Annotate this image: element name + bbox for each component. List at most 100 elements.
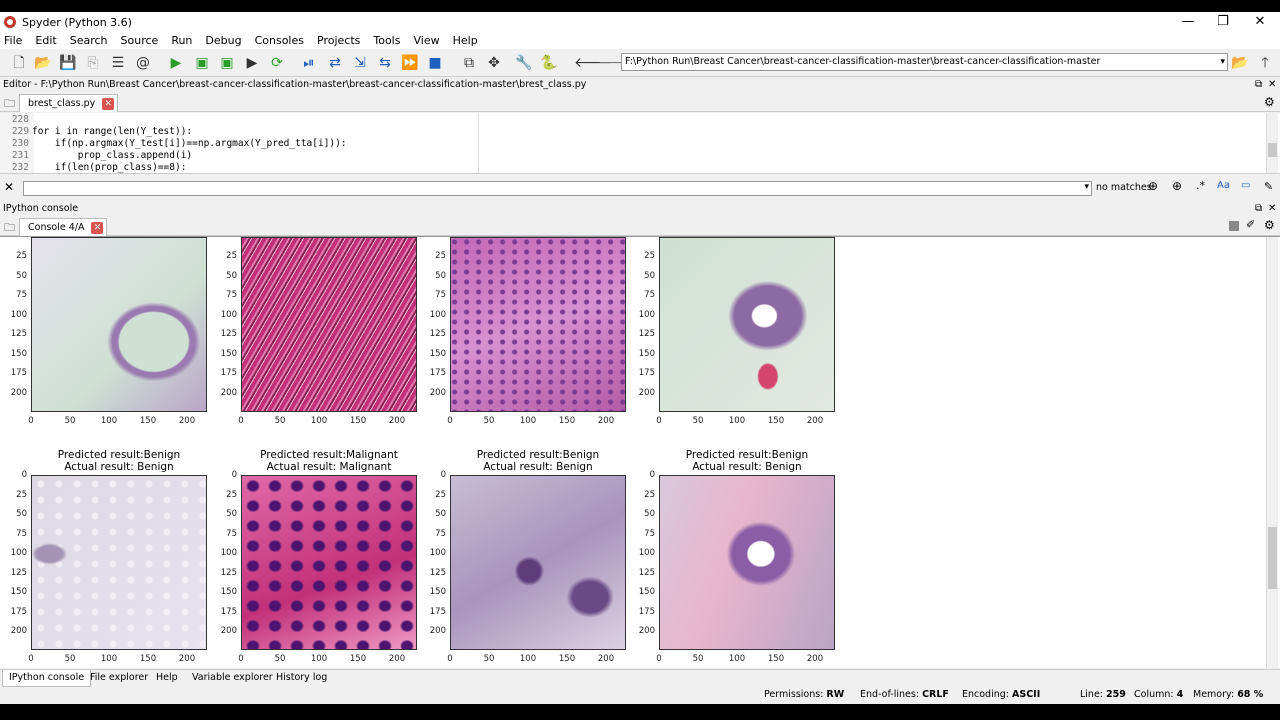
- browse-folder-icon[interactable]: 📂: [1230, 53, 1250, 73]
- chevron-down-icon[interactable]: ▾: [1084, 182, 1089, 192]
- run-selection-icon[interactable]: ▶: [242, 53, 262, 73]
- code-editor[interactable]: 228 229 for i in range(len(Y_test)): 230 …: [0, 113, 1280, 174]
- menu-edit[interactable]: Edit: [35, 34, 56, 47]
- y-tick-label: 25: [644, 251, 655, 261]
- prediction-title: Predicted result:Benign Actual result: Be…: [637, 449, 857, 473]
- at-icon[interactable]: @: [133, 53, 153, 73]
- menu-help[interactable]: Help: [453, 34, 478, 47]
- tab-file-explorer[interactable]: File explorer: [84, 670, 154, 687]
- tab-help[interactable]: Help: [150, 670, 184, 687]
- parent-dir-icon[interactable]: 🡑: [1255, 53, 1275, 73]
- y-tick-label: 150: [429, 348, 446, 359]
- code-line: 232 if(len(prop_class)==8):: [11, 162, 187, 173]
- run-cell-advance-icon[interactable]: ▣: [217, 53, 237, 73]
- predicted-result-label: Predicted result:Malignant: [260, 449, 398, 461]
- eraser-icon[interactable]: ✐: [1246, 218, 1255, 231]
- tab-console[interactable]: Console 4/A ✕: [19, 218, 108, 236]
- spyder-logo-icon: [4, 16, 16, 28]
- continue-icon[interactable]: ⏩: [400, 53, 420, 73]
- replace-icon[interactable]: ✎: [1264, 180, 1273, 193]
- step-return-icon[interactable]: ⇆: [375, 53, 395, 73]
- tab-history-log[interactable]: History log: [270, 670, 333, 687]
- y-tick-label: 75: [226, 528, 237, 539]
- tab-label: brest_class.py: [28, 98, 96, 109]
- x-tick-label: 50: [274, 654, 286, 664]
- menu-consoles[interactable]: Consoles: [255, 34, 304, 47]
- regex-icon[interactable]: .*: [1196, 179, 1205, 192]
- back-arrow-icon[interactable]: 🡐: [574, 53, 612, 73]
- step-into-icon[interactable]: ⇲: [350, 53, 370, 73]
- debug-icon[interactable]: ⏯: [299, 53, 319, 73]
- maximize-pane-icon[interactable]: ⧉: [459, 53, 479, 73]
- gear-icon[interactable]: ⚙: [1264, 218, 1275, 232]
- save-all-icon[interactable]: ⎘: [83, 53, 103, 73]
- stop-kernel-icon[interactable]: [1229, 221, 1239, 231]
- editor-scrollbar[interactable]: [1266, 113, 1278, 173]
- open-file-icon[interactable]: 📂: [33, 53, 53, 73]
- preferences-icon[interactable]: 🔧: [514, 53, 534, 73]
- histology-image-plot: [659, 237, 835, 412]
- minimize-button[interactable]: —: [1170, 12, 1206, 32]
- menu-search[interactable]: Search: [70, 34, 108, 47]
- fullscreen-icon[interactable]: ✥: [484, 53, 504, 73]
- step-icon[interactable]: ⇄: [325, 53, 345, 73]
- menu-debug[interactable]: Debug: [205, 34, 241, 47]
- menu-projects[interactable]: Projects: [317, 34, 360, 47]
- scroll-thumb[interactable]: [1268, 527, 1277, 589]
- tab-ipython-console[interactable]: IPython console: [2, 670, 92, 687]
- close-button[interactable]: ✕: [1242, 12, 1278, 32]
- menu-source[interactable]: Source: [121, 34, 159, 47]
- find-next-icon[interactable]: ⊕: [1172, 179, 1182, 193]
- run-cell-icon[interactable]: ▣: [192, 53, 212, 73]
- forward-arrow-icon[interactable]: 🡒: [598, 53, 636, 73]
- menu-run[interactable]: Run: [171, 34, 192, 47]
- x-tick-label: 100: [310, 416, 328, 426]
- close-tab-icon[interactable]: ✕: [102, 98, 115, 110]
- undock-icon[interactable]: ⧉: [1255, 202, 1262, 216]
- console-scrollbar[interactable]: [1266, 237, 1278, 668]
- prediction-title: Predicted result:Malignant Actual result:…: [219, 449, 439, 473]
- y-tick-label: 50: [226, 509, 237, 519]
- status-bar: Permissions: RW End-of-lines: CRLF Encod…: [0, 687, 1280, 704]
- close-pane-icon[interactable]: ✕: [1268, 78, 1276, 92]
- tab-variable-explorer[interactable]: Variable explorer: [186, 670, 279, 687]
- menu-tools[interactable]: Tools: [373, 34, 400, 47]
- list-icon[interactable]: ☰: [108, 53, 128, 73]
- working-directory-input[interactable]: F:\Python Run\Breast Cancer\breast-cance…: [621, 53, 1228, 71]
- save-icon[interactable]: 💾: [58, 53, 78, 73]
- maximize-button[interactable]: ❐: [1205, 12, 1241, 32]
- y-tick-label: 100: [429, 309, 446, 320]
- close-pane-icon[interactable]: ✕: [1268, 202, 1276, 216]
- console-title: IPython console: [3, 203, 79, 214]
- x-tick-label: 150: [139, 654, 157, 664]
- status-line: Line: 259: [1080, 689, 1126, 700]
- run-icon[interactable]: ▶: [166, 53, 186, 73]
- new-file-icon[interactable]: 🗋: [9, 53, 29, 73]
- whole-word-icon[interactable]: ▭: [1241, 180, 1250, 191]
- ipython-console[interactable]: 25 50 75 100 125 150 175 200 0 50 100 150 200 25 50 75 1…: [0, 236, 1280, 668]
- close-find-icon[interactable]: ✕: [4, 180, 14, 194]
- x-tick-label: 50: [64, 654, 76, 664]
- status-memory: Memory: 68 %: [1193, 689, 1264, 700]
- python-path-icon[interactable]: 🐍: [539, 53, 559, 73]
- gear-icon[interactable]: ⚙: [1264, 95, 1275, 109]
- tab-brest-class[interactable]: brest_class.py ✕: [19, 94, 119, 112]
- undock-icon[interactable]: ⧉: [1255, 78, 1262, 92]
- stop-icon[interactable]: ■: [425, 53, 445, 73]
- x-tick-label: 0: [447, 654, 453, 664]
- menu-file[interactable]: File: [4, 34, 22, 47]
- chevron-down-icon[interactable]: ▾: [1220, 54, 1225, 70]
- histology-image-plot: [450, 237, 626, 412]
- scroll-thumb[interactable]: [1268, 143, 1277, 157]
- find-previous-icon[interactable]: ⊕: [1148, 179, 1158, 193]
- case-sensitive-icon[interactable]: Aa: [1217, 180, 1230, 191]
- y-tick-label: 200: [638, 387, 655, 398]
- rerun-icon[interactable]: ⟳: [267, 53, 287, 73]
- y-tick-label: 25: [435, 489, 446, 500]
- y-tick-label: 175: [220, 606, 237, 617]
- close-tab-icon[interactable]: ✕: [91, 222, 104, 234]
- find-input[interactable]: ▾: [23, 181, 1092, 196]
- browse-tabs-icon[interactable]: 🗀: [4, 95, 15, 114]
- menu-view[interactable]: View: [413, 34, 439, 47]
- editor-tab-bar: 🗀 brest_class.py ✕ ⚙: [0, 93, 1280, 112]
